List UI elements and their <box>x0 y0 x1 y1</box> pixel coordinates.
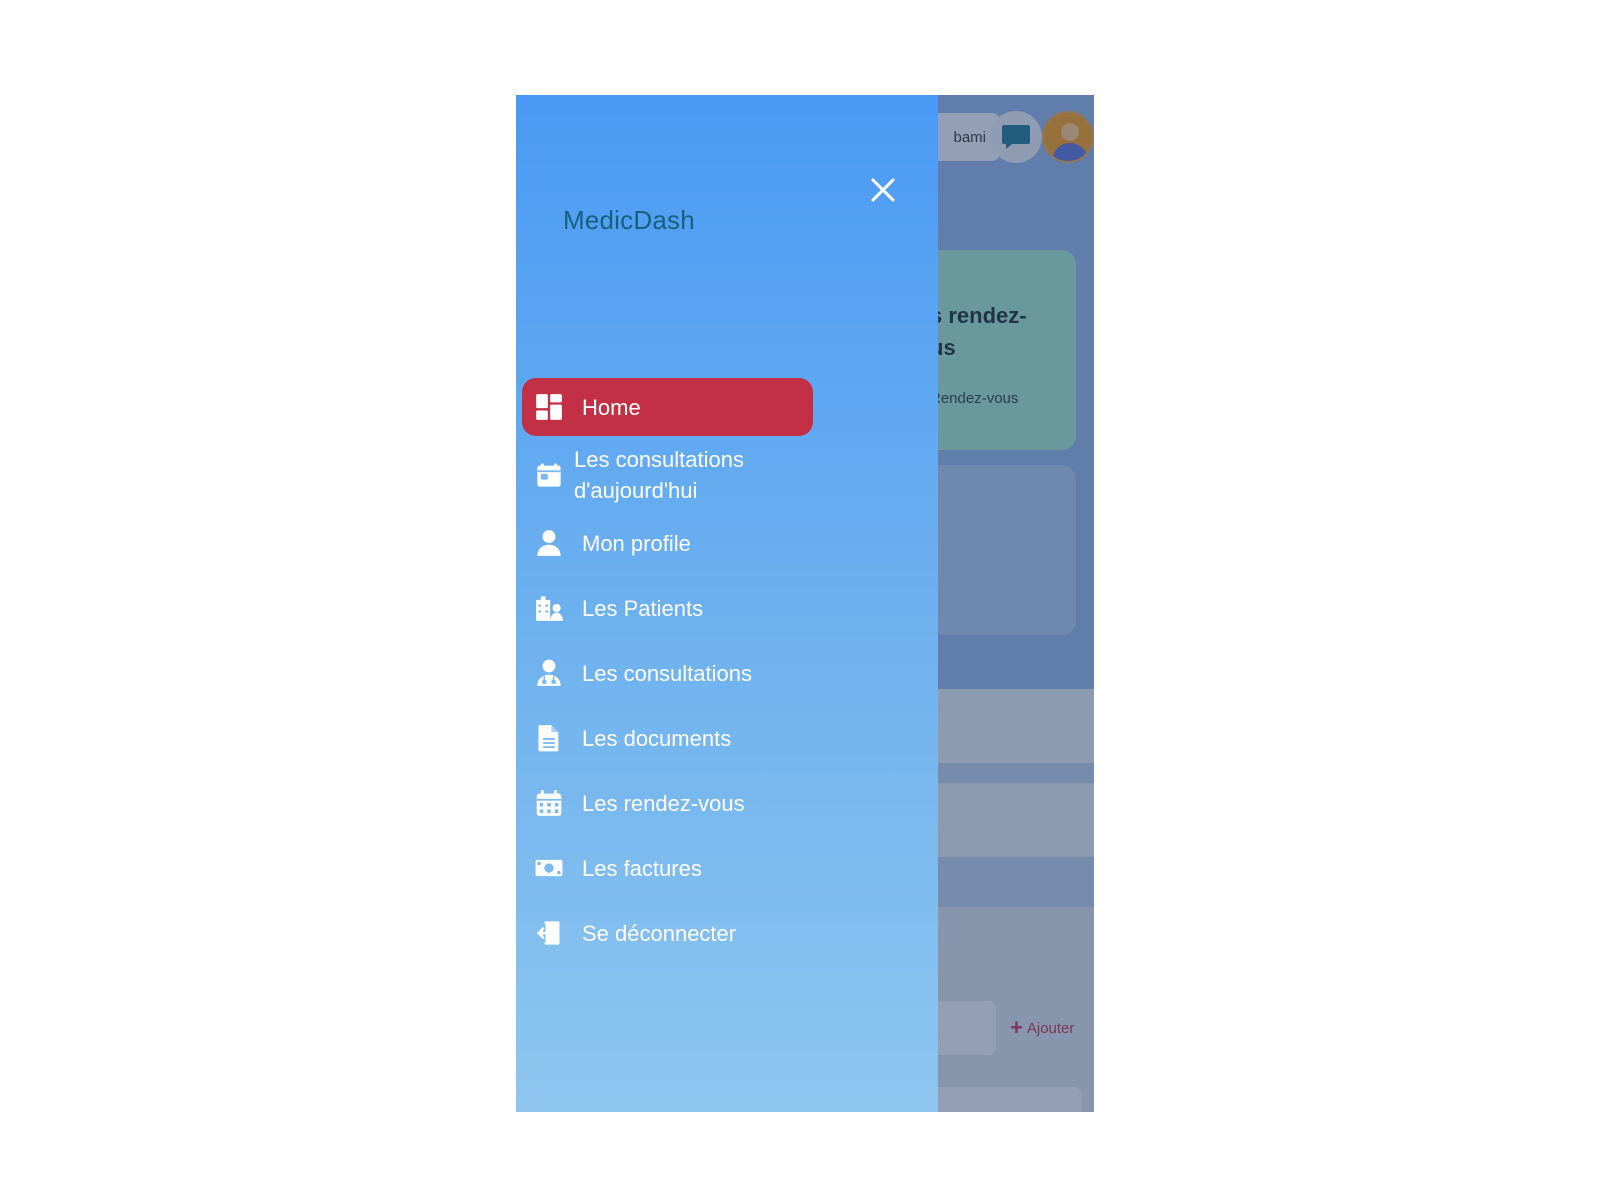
sidebar-item-label: Mon profile <box>582 530 691 556</box>
user-doctor-icon <box>534 658 564 688</box>
sidebar-item-label: Home <box>582 394 641 420</box>
sidebar-item-invoices[interactable]: Les factures <box>522 839 938 897</box>
sidebar-item-patients[interactable]: Les Patients <box>522 579 938 637</box>
calendar-day-icon <box>534 460 564 490</box>
sidebar-item-label: Les documents <box>582 725 732 751</box>
sidebar-item-home[interactable]: Home <box>522 378 813 436</box>
sidebar-item-label: Les Patients <box>582 595 704 621</box>
user-icon <box>534 528 564 558</box>
sidebar-item-profile[interactable]: Mon profile <box>522 514 938 572</box>
hospital-user-icon <box>534 593 564 623</box>
sidebar-item-label: Les factures <box>582 855 702 881</box>
sidebar-item-appointments[interactable]: Les rendez-vous <box>522 774 938 832</box>
sidebar-item-todays-consultations[interactable]: Les consultations d'aujourd'hui <box>522 443 938 507</box>
sidebar-item-label: Se déconnecter <box>582 920 737 946</box>
sidebar-drawer: MedicDash Home Les consultations d'aujou… <box>516 95 938 1112</box>
brand-logo-text: MedicDash <box>563 205 695 235</box>
sidebar-item-label: Les consultations d'aujourd'hui <box>574 447 744 503</box>
sidebar-item-logout[interactable]: Se déconnecter <box>522 904 938 962</box>
device-frame: bami s rendez- us Rendez-vous + Ajouter <box>516 95 1094 1112</box>
sidebar-item-consultations[interactable]: Les consultations <box>522 644 938 702</box>
money-bill-icon <box>534 853 564 883</box>
sidebar-item-documents[interactable]: Les documents <box>522 709 938 767</box>
sidebar-menu: Home Les consultations d'aujourd'hui Mon… <box>522 378 938 969</box>
calendar-icon <box>534 788 564 818</box>
close-button[interactable] <box>868 175 898 205</box>
sidebar-item-label: Les consultations <box>582 660 752 686</box>
sidebar-item-label: Les rendez-vous <box>582 790 745 816</box>
close-icon <box>871 178 895 202</box>
file-icon <box>534 723 564 753</box>
sign-out-icon <box>534 918 564 948</box>
dashboard-icon <box>534 392 564 422</box>
